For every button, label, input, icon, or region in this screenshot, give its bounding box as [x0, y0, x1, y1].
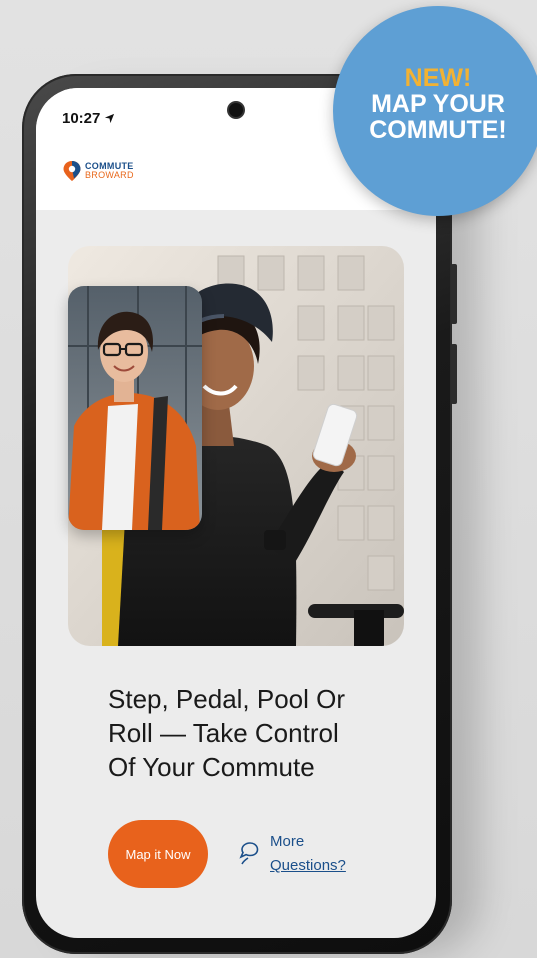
- badge-line-3: COMMUTE!: [369, 116, 507, 144]
- promo-canvas: 10:27 COMMUTE BROWARD Step, Pedal, Pool …: [0, 0, 537, 958]
- commute-broward-logo[interactable]: COMMUTE BROWARD: [62, 160, 134, 182]
- time-label: 10:27: [62, 110, 101, 127]
- headline-line-2: Roll — Take Control: [108, 718, 339, 748]
- badge-line-2: MAP YOUR: [371, 90, 505, 118]
- front-camera: [229, 103, 243, 117]
- map-it-now-button[interactable]: Map it Now: [108, 820, 208, 888]
- logo-bottom-text: BROWARD: [85, 170, 134, 180]
- location-arrow-icon: [105, 113, 115, 124]
- hero-image-group: [68, 246, 404, 646]
- headline: Step, Pedal, Pool Or Roll — Take Control…: [108, 682, 408, 784]
- new-feature-badge: NEW! MAP YOUR COMMUTE!: [333, 6, 537, 216]
- headline-line-3: Of Your Commute: [108, 752, 315, 782]
- chat-bubble-icon: [239, 842, 259, 865]
- phone-frame: 10:27 COMMUTE BROWARD Step, Pedal, Pool …: [22, 74, 457, 954]
- more-questions-link[interactable]: More Questions?: [238, 830, 346, 878]
- phone-power-button: [451, 344, 457, 404]
- woman-photo-illustration: [68, 286, 202, 530]
- map-pin-icon: [63, 161, 81, 181]
- status-time: 10:27: [62, 110, 115, 127]
- phone-screen: 10:27 COMMUTE BROWARD Step, Pedal, Pool …: [36, 88, 436, 938]
- phone-volume-button: [451, 264, 457, 324]
- headline-line-1: Step, Pedal, Pool Or: [108, 684, 346, 714]
- woman-with-glasses-photo: [68, 286, 202, 530]
- more-label[interactable]: More: [270, 830, 346, 854]
- questions-label[interactable]: Questions?: [270, 854, 346, 878]
- badge-new-text: NEW!: [404, 64, 472, 92]
